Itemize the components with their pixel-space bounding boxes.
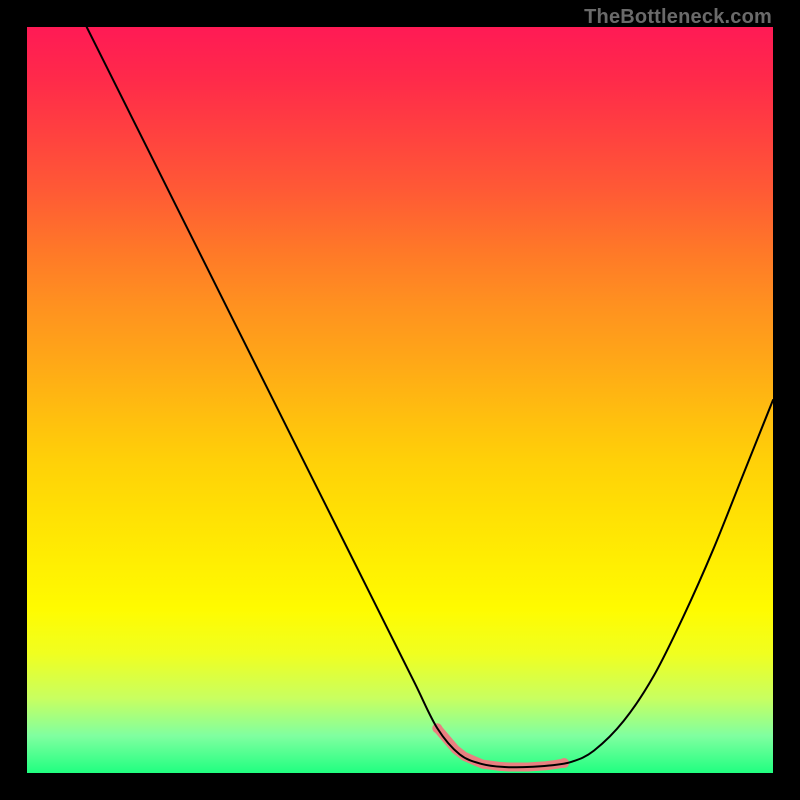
chart-container: TheBottleneck.com xyxy=(0,0,800,800)
flat-region-marker xyxy=(432,723,569,768)
flat-region-path xyxy=(437,728,564,767)
attribution-text: TheBottleneck.com xyxy=(584,6,772,29)
chart-svg xyxy=(27,27,773,773)
plot-area xyxy=(27,27,773,773)
data-curve xyxy=(87,27,773,767)
